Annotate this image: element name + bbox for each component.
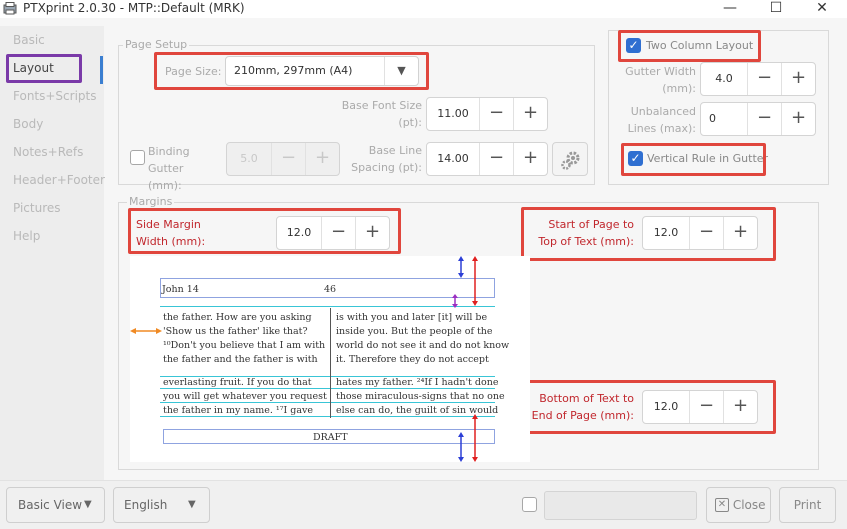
progress-bar	[544, 491, 697, 520]
app-window: PTXprint 2.0.30 - MTP::Default (MRK) — ☐…	[0, 0, 847, 529]
plus-icon[interactable]: +	[513, 143, 547, 175]
minimize-icon[interactable]: —	[707, 0, 753, 18]
sidebar-item-basic[interactable]: Basic	[13, 33, 45, 47]
sidebar: Basic Layout Fonts+Scripts Body Notes+Re…	[0, 26, 105, 480]
line-spacing-stepper[interactable]: 14.00 − +	[426, 142, 548, 176]
view-mode-dropdown[interactable]: Basic View ▼	[6, 487, 105, 523]
close-button[interactable]: ✕ Close	[706, 487, 771, 523]
sidebar-item-fonts-scripts[interactable]: Fonts+Scripts	[13, 89, 97, 103]
binding-gutter-value[interactable]: 5.0	[227, 143, 271, 175]
maximize-icon[interactable]: ☐	[753, 0, 799, 18]
top-margin-annotation	[521, 207, 776, 261]
line-spacing-value[interactable]: 14.00	[427, 143, 479, 175]
sidebar-active-indicator	[100, 56, 103, 84]
page-size-annotation	[154, 52, 429, 90]
gutter-width-label: Gutter Width (mm):	[625, 65, 696, 95]
vertical-rule-annotation	[621, 143, 766, 176]
minus-icon[interactable]: −	[479, 143, 513, 175]
view-mode-label: Basic View	[18, 498, 83, 512]
print-label: Print	[793, 498, 822, 512]
base-font-value[interactable]: 11.00	[427, 98, 479, 130]
margin-arrows	[130, 256, 478, 462]
layout-highlight-annotation	[6, 54, 82, 83]
layout-preview: John 14 46 the father. How are you askin…	[130, 256, 530, 462]
bottom-checkbox[interactable]	[522, 497, 537, 512]
language-label: English	[124, 498, 168, 512]
bottom-margin-annotation	[521, 380, 776, 434]
page-setup-title: Page Setup	[123, 38, 190, 51]
unbalanced-lines-stepper[interactable]: 0 − +	[700, 102, 816, 136]
sidebar-item-body[interactable]: Body	[13, 117, 43, 131]
plus-icon[interactable]: +	[513, 98, 547, 130]
binding-gutter-checkbox[interactable]	[130, 150, 145, 165]
chevron-down-icon: ▼	[84, 499, 92, 510]
gutter-width-stepper[interactable]: 4.0 − +	[700, 62, 816, 96]
title-bar: PTXprint 2.0.30 - MTP::Default (MRK) — ☐…	[0, 0, 847, 18]
side-margin-annotation	[128, 208, 401, 254]
gear-icon	[561, 151, 580, 170]
margins-title: Margins	[127, 195, 175, 208]
base-font-label: Base Font Size (pt):	[341, 99, 422, 129]
chevron-down-icon: ▼	[188, 499, 196, 510]
minus-icon[interactable]: −	[479, 98, 513, 130]
settings-button[interactable]	[552, 142, 588, 176]
minus-icon[interactable]: −	[271, 143, 305, 175]
language-dropdown[interactable]: English ▼	[113, 487, 210, 523]
close-icon: ✕	[715, 497, 729, 512]
sidebar-item-notes-refs[interactable]: Notes+Refs	[13, 145, 83, 159]
app-icon	[3, 2, 17, 15]
print-button[interactable]: Print	[779, 487, 836, 523]
binding-gutter-stepper[interactable]: 5.0 − +	[226, 142, 340, 176]
sidebar-item-header-footer[interactable]: Header+Footer	[13, 173, 105, 187]
plus-icon[interactable]: +	[781, 103, 815, 135]
close-label: Close	[732, 498, 766, 512]
two-column-annotation	[618, 30, 761, 62]
minus-icon[interactable]: −	[747, 103, 781, 135]
plus-icon[interactable]: +	[305, 143, 339, 175]
window-title: PTXprint 2.0.30 - MTP::Default (MRK)	[23, 1, 245, 15]
gutter-width-value[interactable]: 4.0	[701, 63, 747, 95]
line-spacing-label: Base Line Spacing (pt):	[351, 144, 422, 174]
sidebar-item-pictures[interactable]: Pictures	[13, 201, 61, 215]
sidebar-item-help[interactable]: Help	[13, 229, 40, 243]
close-window-icon[interactable]: ✕	[799, 0, 845, 18]
base-font-stepper[interactable]: 11.00 − +	[426, 97, 548, 131]
minus-icon[interactable]: −	[747, 63, 781, 95]
unbalanced-lines-label: Unbalanced Lines (max):	[627, 105, 696, 135]
plus-icon[interactable]: +	[781, 63, 815, 95]
unbalanced-lines-value[interactable]: 0	[701, 103, 747, 135]
binding-gutter-label: Binding Gutter (mm):	[148, 145, 190, 192]
